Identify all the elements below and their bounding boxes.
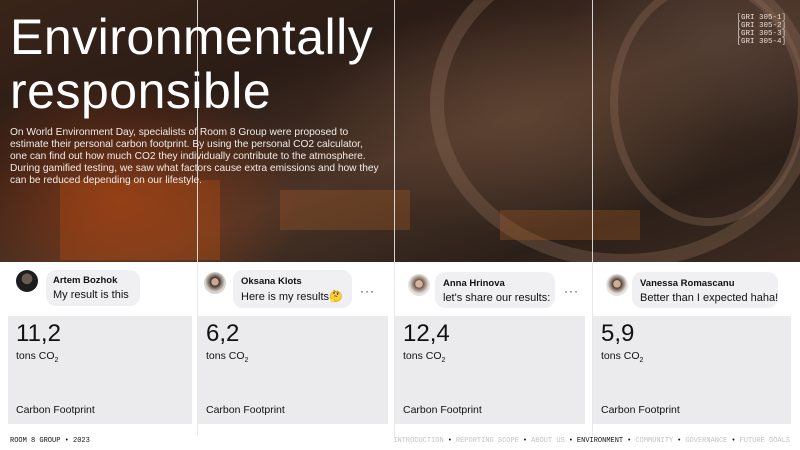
author-name[interactable]: Oksana Klots (241, 276, 343, 287)
message-text: Here is my results🤔 (241, 291, 343, 303)
message-bubble: Artem Bozhok My result is this (46, 270, 140, 306)
nav-introduction[interactable]: INTRODUCTION (393, 437, 443, 445)
footprint-unit: tons CO2 (601, 350, 644, 365)
gri-reference: [GRI 305-3] (736, 30, 786, 38)
footprint-value: 6,2 (206, 320, 240, 347)
avatar[interactable] (408, 274, 430, 296)
author-name[interactable]: Anna Hrinova (443, 278, 550, 289)
avatar[interactable] (16, 270, 38, 292)
nav-separator: • (447, 437, 452, 445)
more-options-icon[interactable]: ··· (564, 284, 579, 298)
gri-references: [GRI 305-1] [GRI 305-2] [GRI 305-3] [GRI… (736, 14, 786, 46)
gri-reference: [GRI 305-1] (736, 14, 786, 22)
message-text: My result is this (53, 289, 129, 301)
message-text: Better than I expected haha! (640, 292, 779, 304)
decor-strip (280, 190, 410, 230)
gri-reference: [GRI 305-4] (736, 38, 786, 46)
footprint-unit: tons CO2 (403, 350, 446, 365)
message-bubble: Oksana Klots Here is my results🤔 (233, 270, 352, 308)
footprint-label: Carbon Footprint (16, 404, 95, 416)
carbon-card: 11,2 tons CO2 Carbon Footprint (8, 316, 192, 424)
footprint-label: Carbon Footprint (206, 404, 285, 416)
nav-future-goals[interactable]: FUTURE GOALS (740, 437, 790, 445)
nav-separator: • (731, 437, 736, 445)
title-line-2: responsible (10, 63, 272, 119)
nav-separator: • (677, 437, 682, 445)
footer-brand: ROOM 8 GROUP • 2023 (10, 437, 90, 445)
nav-reporting-scope[interactable]: REPORTING SCOPE (456, 437, 519, 445)
carbon-card: 5,9 tons CO2 Carbon Footprint (593, 316, 791, 424)
nav-separator: • (522, 437, 528, 445)
nav-separator: • (627, 437, 632, 445)
message-bubble: Anna Hrinova let's share our results: (435, 272, 555, 308)
message-bubble: Vanessa Romascanu Better than I expected… (632, 272, 778, 308)
nav-governance[interactable]: GOVERNANCE (685, 437, 727, 445)
author-name[interactable]: Vanessa Romascanu (640, 278, 778, 289)
carbon-card: 12,4 tons CO2 Carbon Footprint (395, 316, 585, 424)
more-options-icon[interactable]: ··· (360, 284, 375, 298)
decor-strip (500, 210, 640, 240)
footprint-unit: tons CO2 (16, 350, 59, 365)
avatar[interactable] (606, 274, 628, 296)
page-title: Environmentally responsible (10, 10, 373, 118)
nav-environment[interactable]: ENVIRONMENT (577, 437, 623, 445)
footprint-value: 5,9 (601, 320, 635, 347)
nav-separator: • (568, 437, 573, 445)
footprint-label: Carbon Footprint (601, 404, 680, 416)
author-name[interactable]: Artem Bozhok (53, 275, 129, 286)
title-line-1: Environmentally (10, 9, 374, 65)
footprint-unit: tons CO2 (206, 350, 249, 365)
carbon-card: 6,2 tons CO2 Carbon Footprint (198, 316, 388, 424)
intro-paragraph: On World Environment Day, specialists of… (10, 127, 379, 186)
footer-navigation: INTRODUCTION • REPORTING SCOPE • ABOUT US • EN… (393, 437, 790, 445)
avatar[interactable] (204, 272, 226, 294)
nav-about-us[interactable]: ABOUT US (531, 437, 565, 445)
message-text: let's share our results: (443, 292, 551, 304)
gri-reference: [GRI 305-2] (736, 22, 786, 30)
footprint-value: 11,2 (16, 320, 61, 347)
decor-strip (60, 180, 220, 260)
nav-community[interactable]: COMMUNITY (635, 437, 673, 445)
footprint-label: Carbon Footprint (403, 404, 482, 416)
footprint-value: 12,4 (403, 320, 450, 347)
